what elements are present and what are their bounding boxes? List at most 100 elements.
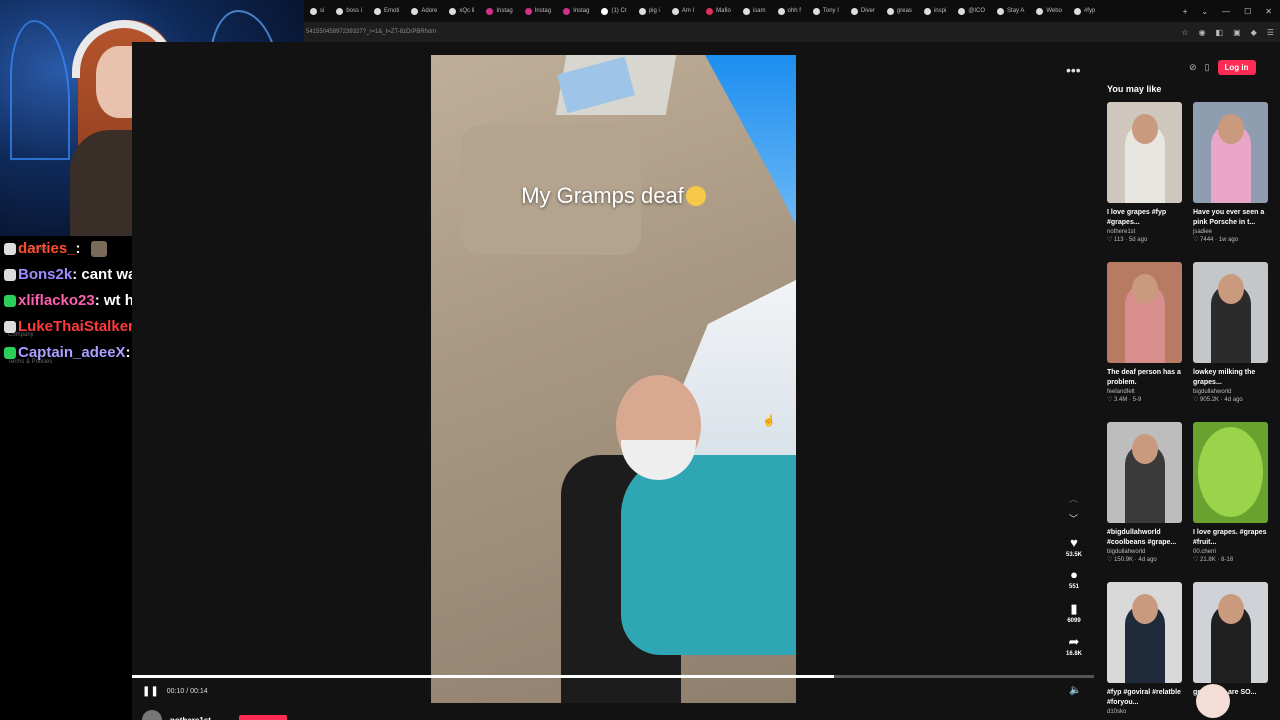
- maximize-icon[interactable]: ☐: [1244, 7, 1251, 16]
- card-author[interactable]: bigdullahworld: [1193, 389, 1268, 395]
- extension-icon[interactable]: ◧: [1216, 28, 1224, 37]
- avatar[interactable]: [142, 710, 162, 720]
- minimize-icon[interactable]: —: [1222, 7, 1230, 16]
- extension-icon[interactable]: ◆: [1251, 28, 1257, 37]
- url-text[interactable]: 54155045897239327?_r=1&_t=ZT-8zDrPBRfxtm: [304, 29, 436, 35]
- browser-tab[interactable]: ohh f: [772, 0, 807, 22]
- browser-tab[interactable]: @ICO: [952, 0, 991, 22]
- window-controls: + ⌄ — ☐ ✕: [1182, 0, 1280, 22]
- comment-button[interactable]: ● 551: [1060, 568, 1088, 591]
- tab-label: boss i: [346, 8, 363, 14]
- browser-tab[interactable]: inspi: [918, 0, 952, 22]
- recommendation-card[interactable]: lowkey milking the grapes... bigdullahwor…: [1193, 262, 1268, 422]
- browser-tab[interactable]: (1) Cr: [595, 0, 632, 22]
- browser-tab[interactable]: Diver: [845, 0, 881, 22]
- tab-label: Adore: [421, 8, 438, 14]
- volume-icon[interactable]: 🔈: [1069, 685, 1081, 696]
- video-thumbnail[interactable]: [1193, 582, 1268, 683]
- browser-tab[interactable]: Adore: [405, 0, 443, 22]
- recommendation-card[interactable]: I love grapes #fyp #grapes... nothere1st ♡…: [1107, 102, 1182, 262]
- chat-username[interactable]: Bons2k: [18, 262, 72, 288]
- like-button[interactable]: ♥ 53.5K: [1060, 536, 1088, 559]
- browser-tab[interactable]: Tony I: [807, 0, 845, 22]
- tiktok-favicon-icon: [886, 7, 894, 15]
- card-description: lowkey milking the grapes...: [1193, 369, 1256, 386]
- extension-icon[interactable]: ▣: [1233, 28, 1241, 37]
- video-thumbnail[interactable]: [1107, 102, 1182, 203]
- video-thumbnail[interactable]: [1107, 262, 1182, 363]
- video-thumbnail[interactable]: [1193, 102, 1268, 203]
- recommendation-card[interactable]: Have you ever seen a pink Porsche in t..…: [1193, 102, 1268, 262]
- share-count: 16.8K: [1065, 651, 1082, 657]
- video-progress-bar[interactable]: [132, 675, 1094, 678]
- browser-tab[interactable]: greas: [881, 0, 918, 22]
- device-icon[interactable]: ▯: [1205, 62, 1210, 73]
- chat-username[interactable]: xliflacko23: [18, 288, 95, 314]
- new-tab-icon[interactable]: +: [1183, 7, 1188, 16]
- share-button[interactable]: ➦ 16.8K: [1060, 635, 1088, 658]
- video-thumbnail[interactable]: [1193, 422, 1268, 523]
- browser-tab[interactable]: Instag: [519, 0, 557, 22]
- card-description: #bigdullahworld #coolbeans #grape...: [1107, 529, 1177, 546]
- video-thumbnail[interactable]: [1107, 582, 1182, 683]
- browser-tab[interactable]: Webo: [1030, 0, 1068, 22]
- next-video-icon[interactable]: ﹀: [1069, 512, 1078, 525]
- browser-tab[interactable]: Stay A: [991, 0, 1030, 22]
- comment-count: 551: [1068, 584, 1079, 590]
- more-options-icon[interactable]: •••: [1066, 62, 1081, 78]
- pause-icon[interactable]: ❚❚: [142, 686, 159, 697]
- chat-username[interactable]: LukeThaiStalker: [18, 314, 134, 340]
- card-description: #fyp #goviral #relatble #foryou...: [1107, 689, 1181, 706]
- bookmark-star-icon[interactable]: ☆: [1181, 28, 1188, 37]
- extension-icon[interactable]: ◉: [1199, 28, 1206, 37]
- previous-video-icon[interactable]: ︿: [1069, 492, 1078, 505]
- recommendations-sidebar: ⊘ ▯ Log in You may like I love grapes #f…: [1094, 42, 1280, 720]
- chat-badge-icon: [4, 243, 16, 255]
- browser-tab[interactable]: Instag: [557, 0, 595, 22]
- instagram-favicon-icon: [524, 7, 532, 15]
- browser-tab[interactable]: xQc li: [443, 0, 480, 22]
- tab-list-icon[interactable]: ⌄: [1201, 7, 1208, 16]
- menu-icon[interactable]: ☰: [1267, 28, 1274, 37]
- chat-username[interactable]: darties_: [18, 236, 76, 262]
- recommendation-card[interactable]: The deaf person has a problem. feelandfel…: [1107, 262, 1182, 422]
- address-bar[interactable]: 54155045897239327?_r=1&_t=ZT-8zDrPBRfxtm…: [304, 22, 1280, 42]
- tiktok-favicon-icon: [411, 7, 419, 15]
- browser-tab[interactable]: isam: [737, 0, 772, 22]
- follow-button[interactable]: [238, 715, 287, 720]
- recommendation-card[interactable]: #bigdullahworld #coolbeans #grape... bigd…: [1107, 422, 1182, 582]
- login-button[interactable]: Log in: [1217, 60, 1256, 75]
- browser-tab[interactable]: boss i: [330, 0, 368, 22]
- author-name[interactable]: nothere1st: [170, 716, 211, 720]
- browser-tab[interactable]: si: [304, 0, 330, 22]
- save-button[interactable]: ▮ 6099: [1060, 602, 1088, 625]
- recommendation-card[interactable]: #fyp #goviral #relatble #foryou... d10sko: [1107, 582, 1182, 720]
- close-icon[interactable]: ✕: [1265, 7, 1272, 16]
- video-thumbnail[interactable]: [1107, 422, 1182, 523]
- browser-tab[interactable]: Instag: [480, 0, 518, 22]
- card-author[interactable]: nothere1st: [1107, 229, 1182, 235]
- card-author[interactable]: jsadiee: [1193, 229, 1268, 235]
- video-player[interactable]: My Gramps deaf: [431, 55, 796, 703]
- tiktok-favicon-icon: [850, 7, 858, 15]
- recommendation-card[interactable]: I love grapes. #grapes #fruit... 00.cherr…: [1193, 422, 1268, 582]
- compass-icon[interactable]: ⊘: [1189, 62, 1197, 73]
- video-caption: My Gramps deaf: [431, 183, 796, 209]
- tab-label: Diver: [860, 8, 875, 14]
- browser-tab[interactable]: Mafio: [700, 0, 737, 22]
- instagram-favicon-icon: [486, 7, 494, 15]
- chat-username[interactable]: Captain_adeeX: [18, 340, 126, 366]
- card-author[interactable]: 00.cherri: [1193, 549, 1268, 555]
- tab-label: #fyp: [1083, 8, 1096, 14]
- browser-tab[interactable]: Am I: [666, 0, 700, 22]
- card-author[interactable]: d10sko: [1107, 709, 1182, 715]
- browser-tab[interactable]: #fyp: [1068, 0, 1101, 22]
- video-thumbnail[interactable]: [1193, 262, 1268, 363]
- card-description: I love grapes #fyp #grapes...: [1107, 209, 1167, 226]
- browser-tab[interactable]: Emoti: [368, 0, 405, 22]
- tiktok-favicon-icon: [336, 7, 344, 15]
- card-author[interactable]: bigdullahworld: [1107, 549, 1182, 555]
- card-author[interactable]: feelandfelt: [1107, 389, 1182, 395]
- browser-tab[interactable]: pig i: [633, 0, 666, 22]
- screen: si boss i Emoti Adore xQc li Instag Instag Inst…: [0, 0, 1280, 720]
